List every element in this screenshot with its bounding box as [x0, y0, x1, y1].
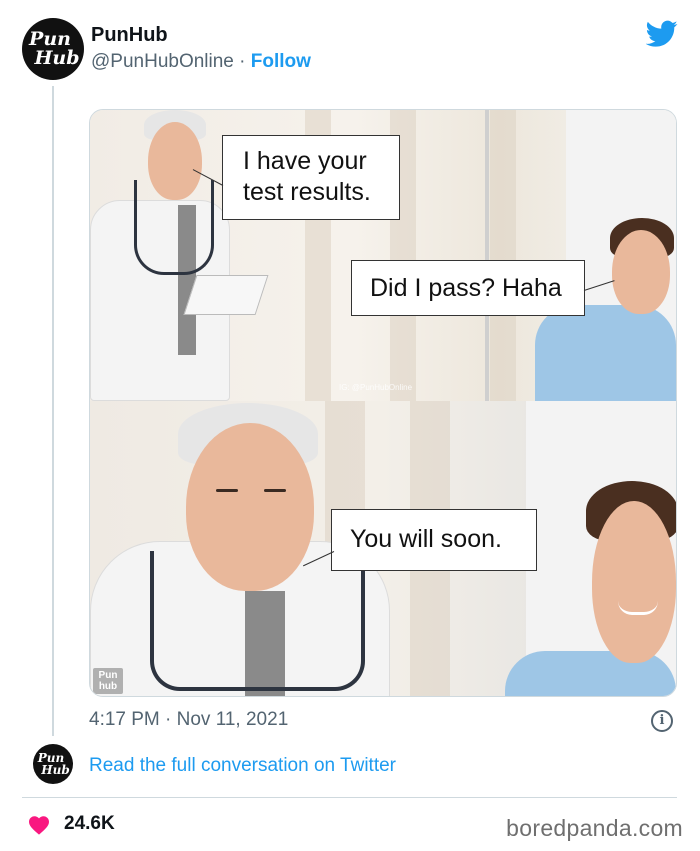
like-count: 24.6K — [64, 813, 115, 834]
curtain — [490, 110, 516, 401]
patient-head — [612, 230, 670, 314]
meme-panel-bottom: You will soon. Pun hub — [90, 401, 676, 696]
patient-head — [592, 501, 676, 663]
logo-line1: Pun — [98, 670, 118, 681]
twitter-bird-icon[interactable] — [646, 20, 678, 48]
doctor-head — [186, 423, 314, 591]
info-icon[interactable]: i — [651, 710, 673, 732]
speech-bubble-doctor: I have your test results. — [222, 135, 400, 220]
doctor-eye — [216, 489, 238, 492]
heart-icon[interactable] — [28, 815, 50, 835]
handle-row: @PunHubOnline · Follow — [91, 51, 311, 73]
speech-bubble-patient: Did I pass? Haha — [351, 260, 585, 316]
avatar-text-line2: Hub — [41, 763, 70, 777]
clipboard — [183, 275, 269, 315]
profile-avatar[interactable]: Pun Hub — [22, 18, 84, 80]
avatar-text-line2: Hub — [34, 47, 80, 69]
logo-line2: hub — [98, 681, 118, 692]
tweet-timestamp[interactable]: 4:17 PM · Nov 11, 2021 — [89, 709, 288, 731]
doctor-head — [148, 122, 202, 200]
punhub-logo: Pun hub — [93, 668, 123, 694]
profile-avatar-small[interactable]: Pun Hub — [33, 744, 73, 784]
speech-bubble-doctor-2: You will soon. — [331, 509, 537, 571]
tweet-card: Pun Hub PunHub @PunHubOnline · Follow I … — [0, 0, 700, 851]
iv-pole — [485, 110, 489, 401]
read-conversation-link[interactable]: Read the full conversation on Twitter — [89, 755, 396, 777]
source-brand: boredpanda.com — [506, 815, 683, 841]
doctor-eye — [264, 489, 286, 492]
display-name[interactable]: PunHub — [91, 24, 168, 47]
follow-button[interactable]: Follow — [251, 51, 311, 72]
handle[interactable]: @PunHubOnline — [91, 51, 234, 72]
watermark: IG: @PunHubOnline — [339, 383, 413, 392]
tweet-image[interactable]: I have your test results. Did I pass? Ha… — [89, 109, 677, 697]
thread-line — [52, 86, 54, 736]
patient-gown — [535, 305, 676, 401]
divider — [22, 797, 677, 798]
separator: · — [233, 51, 251, 72]
meme-panel-top: I have your test results. Did I pass? Ha… — [90, 110, 676, 401]
